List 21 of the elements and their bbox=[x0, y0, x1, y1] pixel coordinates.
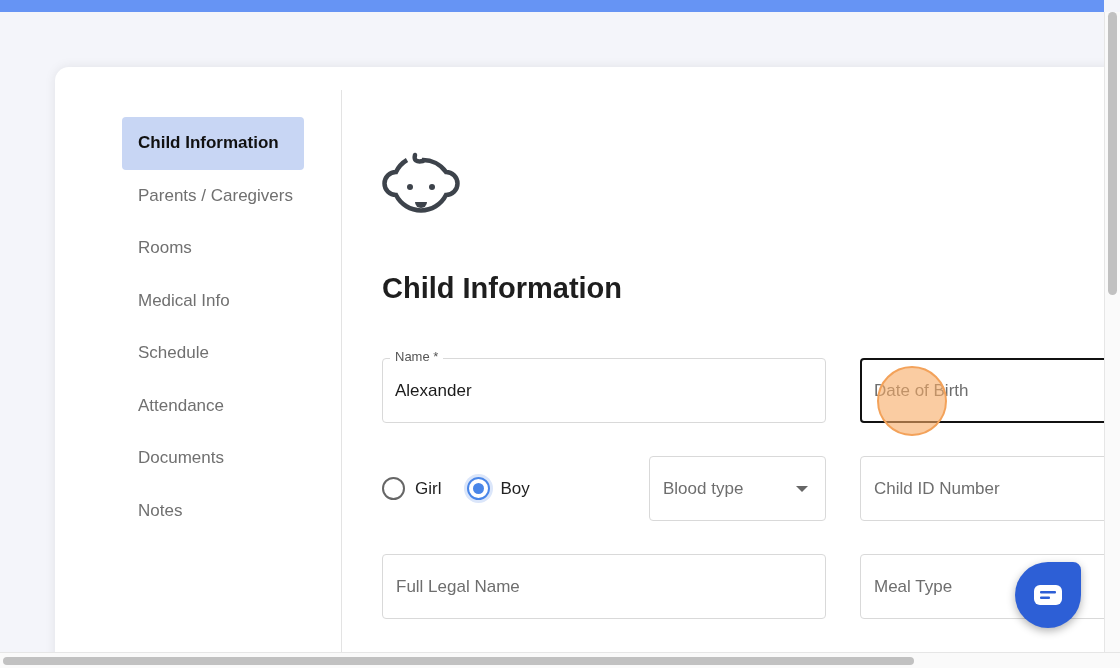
input-field[interactable]: Name * Alexander bbox=[382, 349, 826, 423]
sidebar-item[interactable]: Schedule bbox=[122, 327, 304, 380]
sidebar-item[interactable]: Notes bbox=[122, 484, 304, 537]
radio-label: Girl bbox=[415, 478, 442, 499]
radio-label: Boy bbox=[500, 478, 530, 499]
sidebar-item[interactable]: Documents bbox=[122, 432, 304, 485]
chat-icon bbox=[1034, 585, 1062, 605]
sidebar-item[interactable]: Medical Info bbox=[122, 274, 304, 327]
sidebar-item[interactable]: Rooms bbox=[122, 222, 304, 275]
vertical-scrollbar[interactable] bbox=[1104, 12, 1120, 652]
sidebar-item[interactable]: Parents / Caregivers bbox=[122, 169, 304, 222]
blood-type-select[interactable]: Blood type bbox=[649, 456, 826, 521]
field-value: Alexander bbox=[395, 380, 472, 401]
sidebar-item[interactable]: Child Information bbox=[122, 117, 304, 170]
input-field[interactable]: Full Legal Name bbox=[382, 554, 826, 619]
page-title: Child Information bbox=[382, 271, 624, 306]
caret-icon bbox=[796, 485, 808, 492]
horizontal-scrollbar[interactable] bbox=[0, 652, 1120, 668]
sidebar-item[interactable]: Attendance bbox=[122, 379, 304, 432]
radio-button[interactable] bbox=[467, 477, 491, 500]
radio-button[interactable] bbox=[382, 477, 405, 500]
